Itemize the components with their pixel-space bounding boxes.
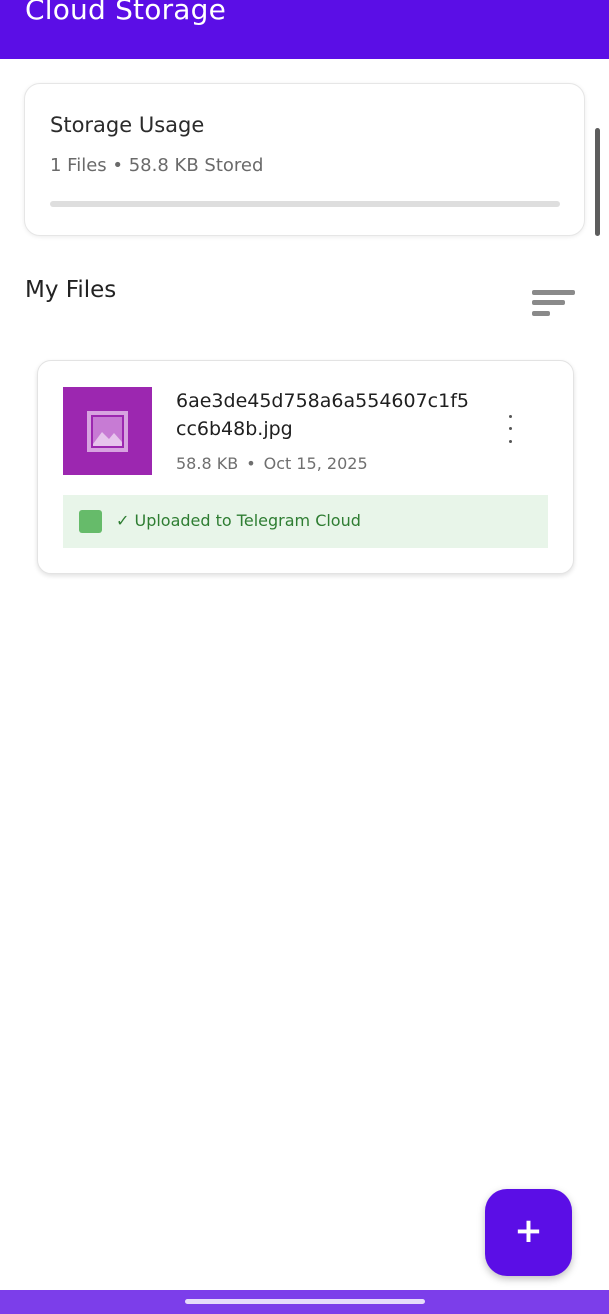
- image-icon: [87, 411, 128, 452]
- sort-icon-line: [532, 311, 550, 316]
- more-vert-icon-dot: [509, 440, 512, 443]
- upload-status-text: ✓ Uploaded to Telegram Cloud: [116, 511, 361, 530]
- file-name: 6ae3de45d758a6a554607c1f5cc6b48b.jpg: [176, 390, 469, 440]
- app-bar: Cloud Storage: [0, 0, 609, 59]
- meta-separator: •: [246, 454, 256, 473]
- storage-usage-card: Storage Usage 1 Files • 58.8 KB Stored: [24, 83, 585, 236]
- file-meta: 58.8 KB • Oct 15, 2025: [176, 453, 368, 475]
- cloud-status-icon: [79, 510, 102, 533]
- sort-button[interactable]: [528, 286, 578, 322]
- more-vert-icon-dot: [509, 427, 512, 430]
- sort-icon: [532, 290, 575, 295]
- file-date: Oct 15, 2025: [263, 454, 368, 473]
- storage-usage-summary: 1 Files • 58.8 KB Stored: [50, 155, 264, 176]
- add-file-button[interactable]: +: [485, 1189, 572, 1276]
- home-gesture-handle[interactable]: [185, 1299, 425, 1304]
- file-size: 58.8 KB: [176, 454, 239, 473]
- sort-icon-line: [532, 300, 565, 305]
- file-thumbnail: [63, 387, 152, 475]
- storage-usage-title: Storage Usage: [50, 113, 205, 137]
- app-title: Cloud Storage: [25, 0, 227, 26]
- file-menu-button[interactable]: [502, 411, 520, 447]
- file-card[interactable]: 6ae3de45d758a6a554607c1f5cc6b48b.jpg 58.…: [37, 360, 574, 574]
- upload-status-bar: ✓ Uploaded to Telegram Cloud: [63, 495, 548, 548]
- more-vert-icon: [509, 415, 512, 418]
- storage-usage-progress-bar: [50, 201, 560, 207]
- system-navigation-bar: [0, 1290, 609, 1314]
- scrollbar[interactable]: [595, 128, 600, 236]
- section-title-my-files: My Files: [25, 277, 117, 303]
